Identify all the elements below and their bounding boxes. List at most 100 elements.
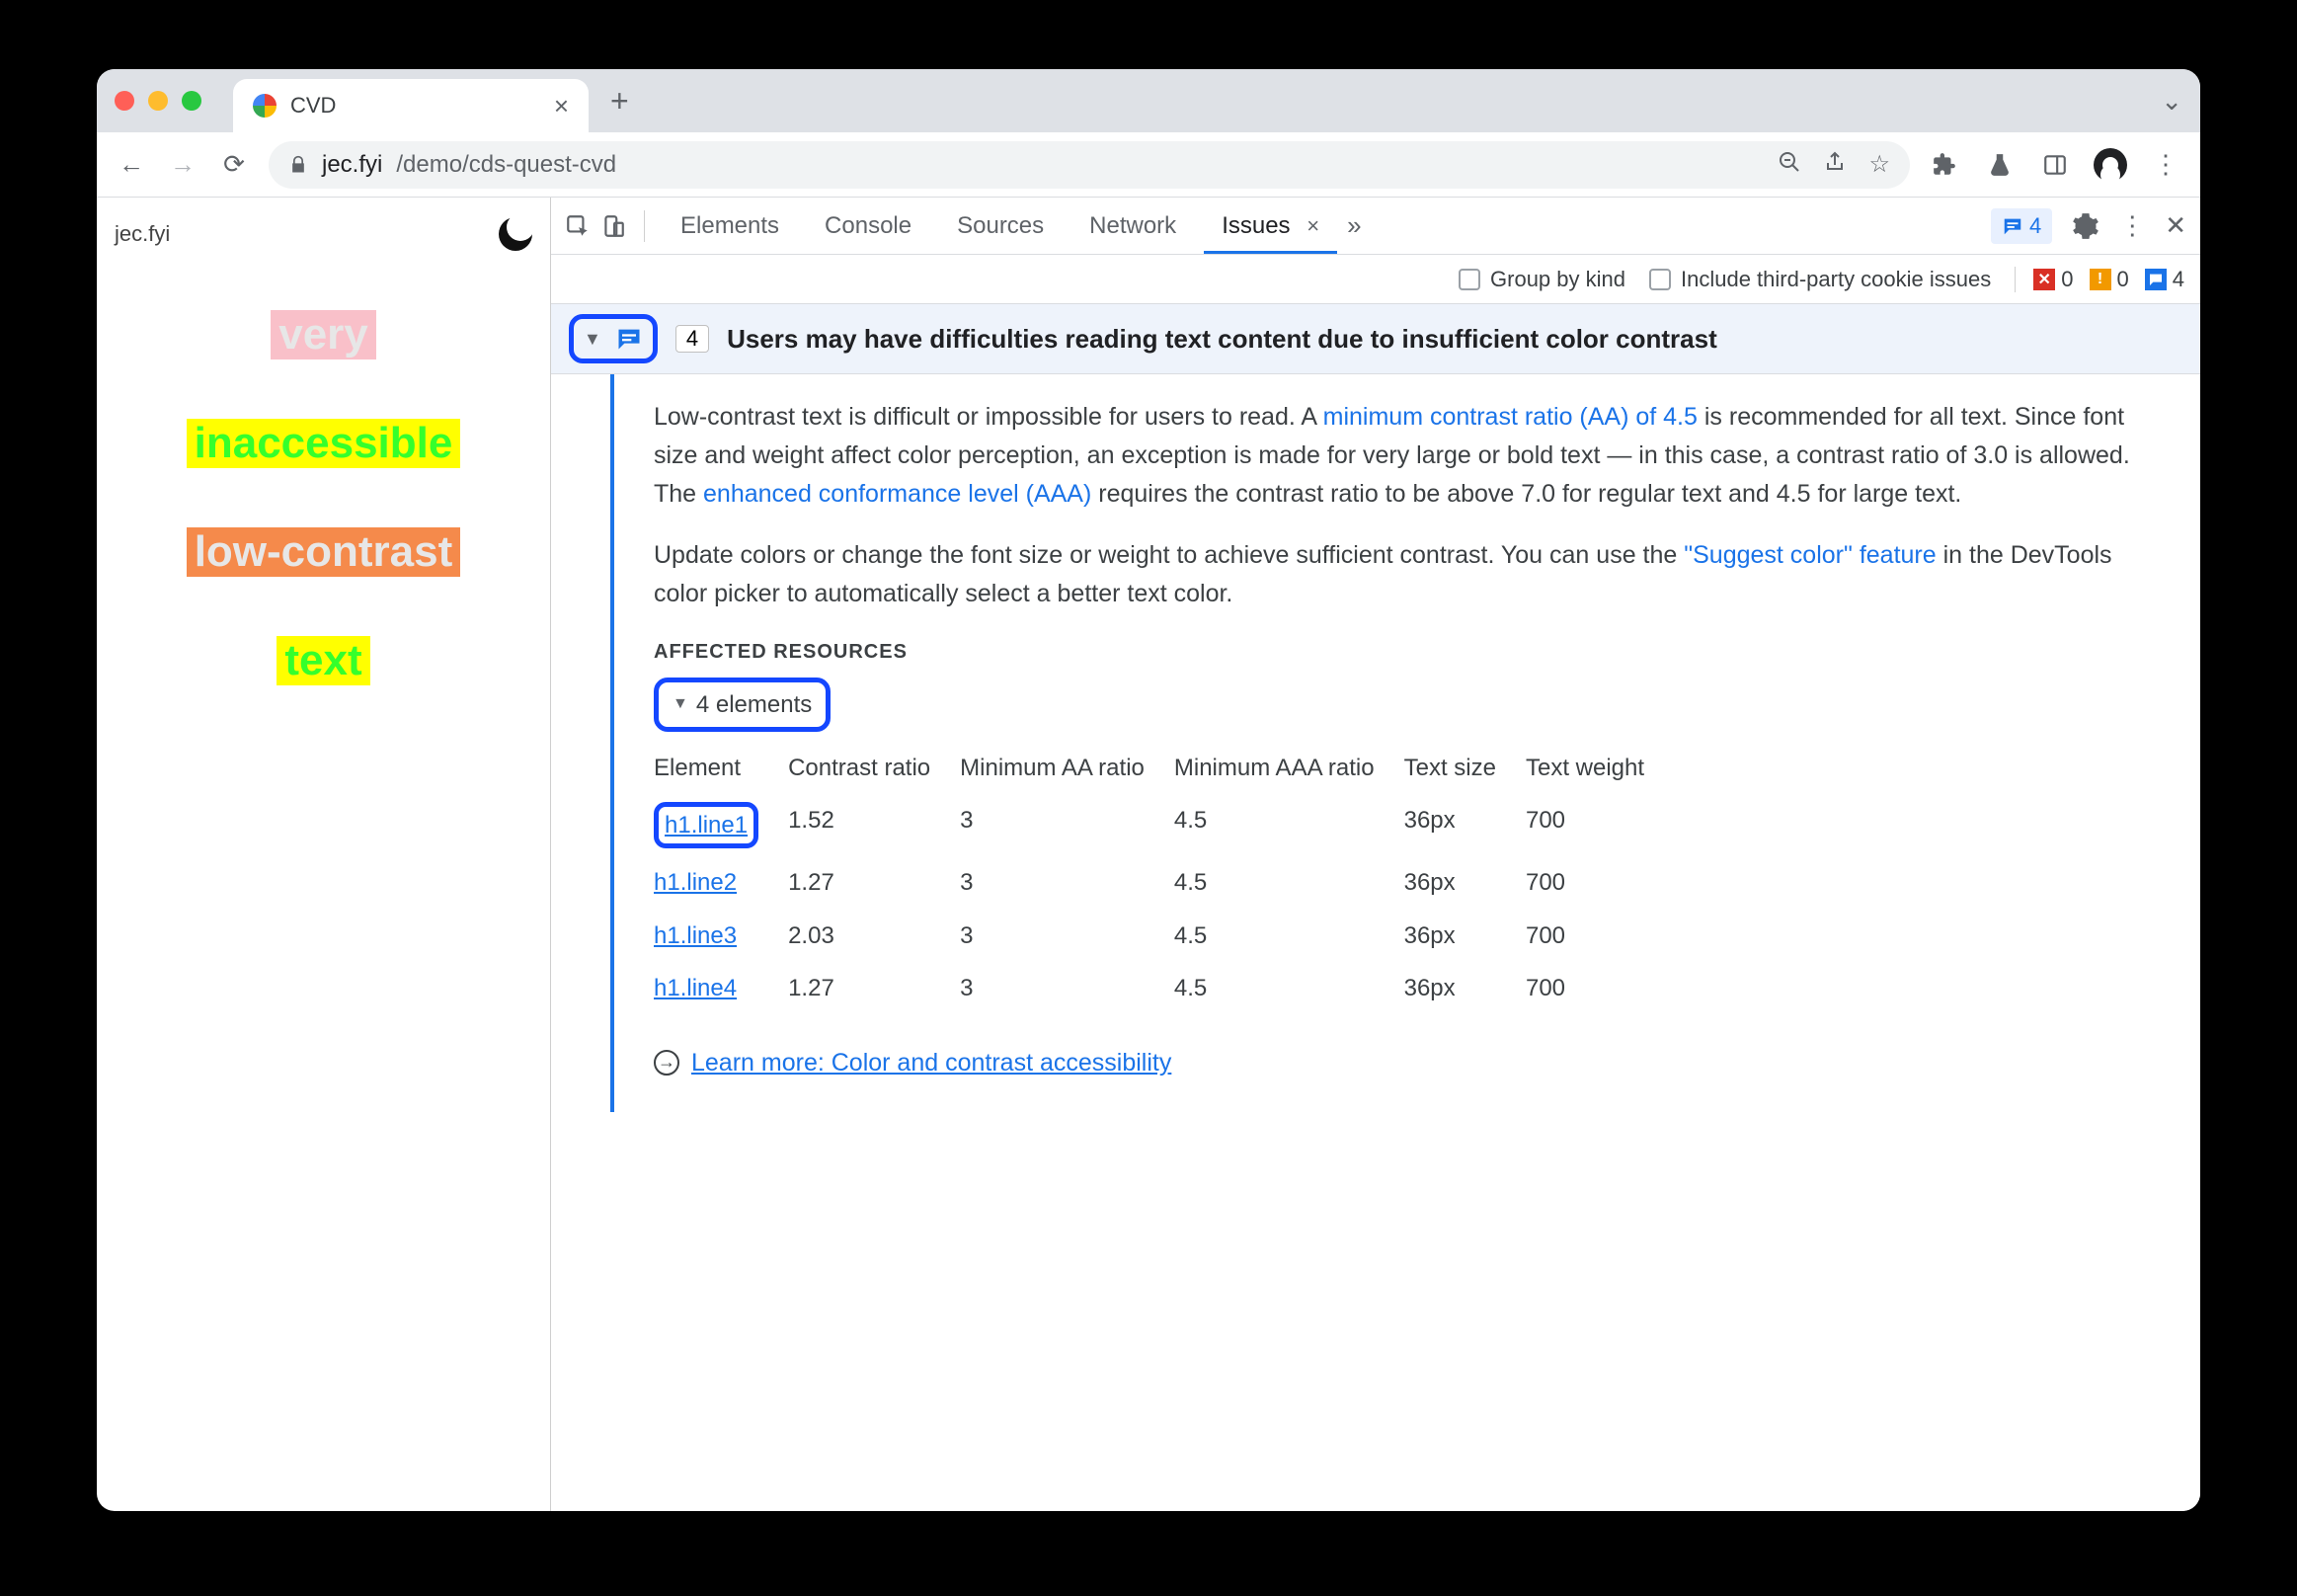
share-icon[interactable]: [1823, 150, 1847, 179]
learn-more-link[interactable]: Learn more: Color and contrast accessibi…: [691, 1044, 1171, 1082]
issue-row[interactable]: ▼ 4 Users may have difficulties reading …: [551, 304, 2200, 374]
tab-title: CVD: [290, 93, 336, 119]
tab-issues-close[interactable]: ×: [1307, 213, 1319, 238]
table-row: h1.line3 2.03 3 4.5 36px 700: [654, 910, 1674, 962]
cell-contrast: 1.27: [788, 856, 960, 909]
highlight-ring-link: h1.line1: [654, 802, 758, 848]
checkbox-icon: [1459, 269, 1480, 290]
cell-contrast: 1.27: [788, 962, 960, 1014]
cell-contrast: 1.52: [788, 794, 960, 856]
devtools-panel: Elements Console Sources Network Issues …: [551, 198, 2200, 1511]
cell-size: 36px: [1404, 910, 1526, 962]
link-contrast-aa[interactable]: minimum contrast ratio (AA) of 4.5: [1323, 403, 1698, 431]
col-contrast: Contrast ratio: [788, 742, 960, 794]
disclosure-triangle-icon[interactable]: ▼: [584, 329, 601, 350]
browser-tab[interactable]: CVD ×: [233, 79, 589, 132]
element-link[interactable]: h1.line4: [654, 975, 737, 1001]
table-row: h1.line2 1.27 3 4.5 36px 700: [654, 856, 1674, 909]
element-link[interactable]: h1.line1: [665, 812, 748, 838]
cell-aa: 3: [960, 962, 1174, 1014]
tab-issues[interactable]: Issues ×: [1204, 199, 1337, 254]
cell-weight: 700: [1526, 794, 1674, 856]
tab-list-button[interactable]: ⌄: [2161, 86, 2182, 117]
error-icon: ✕: [2033, 269, 2055, 290]
page-brand: jec.fyi: [115, 221, 170, 247]
address-bar[interactable]: jec.fyi/demo/cds-quest-cvd ☆: [269, 141, 1910, 189]
cell-aaa: 4.5: [1174, 794, 1404, 856]
browser-menu-button[interactable]: ⋮: [2149, 148, 2182, 182]
devtools-tabbar: Elements Console Sources Network Issues …: [551, 198, 2200, 255]
zoom-out-icon[interactable]: [1778, 150, 1801, 179]
group-by-kind-label: Group by kind: [1490, 267, 1625, 292]
tab-sources[interactable]: Sources: [939, 199, 1062, 254]
cell-weight: 700: [1526, 856, 1674, 909]
device-icon[interactable]: [600, 213, 626, 239]
cell-weight: 700: [1526, 910, 1674, 962]
message-icon: [615, 325, 643, 353]
settings-icon[interactable]: [2072, 212, 2099, 240]
sample-line-4: text: [277, 636, 369, 685]
col-aaa: Minimum AAA ratio: [1174, 742, 1404, 794]
lock-icon: [288, 155, 308, 175]
disclosure-triangle-icon: ▼: [673, 692, 688, 717]
elements-summary-label: 4 elements: [696, 686, 812, 723]
omnibox-actions: ☆: [1778, 150, 1890, 179]
issues-chip[interactable]: 4: [1991, 208, 2052, 244]
affected-elements-table: Element Contrast ratio Minimum AA ratio …: [654, 742, 1674, 1014]
learn-more-row: → Learn more: Color and contrast accessi…: [654, 1044, 2161, 1082]
table-row: h1.line1 1.52 3 4.5 36px 700: [654, 794, 1674, 856]
tab-close-button[interactable]: ×: [554, 91, 569, 121]
table-header-row: Element Contrast ratio Minimum AA ratio …: [654, 742, 1674, 794]
window-zoom-button[interactable]: [182, 91, 201, 111]
third-party-label: Include third-party cookie issues: [1681, 267, 1991, 292]
link-contrast-aaa[interactable]: enhanced conformance level (AAA): [703, 480, 1091, 508]
issue-body: Low-contrast text is difficult or imposs…: [610, 374, 2200, 1112]
cell-aaa: 4.5: [1174, 910, 1404, 962]
cell-size: 36px: [1404, 962, 1526, 1014]
group-by-kind-checkbox[interactable]: Group by kind: [1459, 267, 1625, 292]
dark-mode-toggle[interactable]: [499, 217, 532, 251]
cell-weight: 700: [1526, 962, 1674, 1014]
tab-console[interactable]: Console: [807, 199, 929, 254]
element-link[interactable]: h1.line2: [654, 869, 737, 896]
browser-window: CVD × + ⌄ ← → ⟳ jec.fyi/demo/cds-quest-c…: [97, 69, 2200, 1511]
info-count: 4: [2173, 267, 2184, 292]
col-aa: Minimum AA ratio: [960, 742, 1174, 794]
sample-text-list: very inaccessible low-contrast text: [115, 310, 532, 685]
sample-line-3: low-contrast: [187, 527, 461, 577]
tab-issues-label: Issues: [1222, 212, 1290, 239]
content-area: jec.fyi very inaccessible low-contrast t…: [97, 198, 2200, 1511]
tab-network[interactable]: Network: [1071, 199, 1194, 254]
checkbox-icon: [1649, 269, 1671, 290]
inspect-icon[interactable]: [565, 213, 591, 239]
tab-elements[interactable]: Elements: [663, 199, 797, 254]
back-button[interactable]: ←: [115, 148, 148, 182]
window-close-button[interactable]: [115, 91, 134, 111]
devtools-menu-icon[interactable]: ⋮: [2119, 210, 2145, 241]
extensions-icon[interactable]: [1928, 148, 1961, 182]
issue-paragraph-1: Low-contrast text is difficult or imposs…: [654, 398, 2161, 513]
url-path: /demo/cds-quest-cvd: [396, 151, 616, 179]
sample-line-1: very: [271, 310, 376, 359]
forward-button[interactable]: →: [166, 148, 199, 182]
elements-summary-toggle[interactable]: ▼ 4 elements: [654, 678, 831, 732]
new-tab-button[interactable]: +: [610, 83, 629, 120]
link-suggest-color[interactable]: "Suggest color" feature: [1684, 541, 1936, 569]
labs-icon[interactable]: [1983, 148, 2017, 182]
bookmark-icon[interactable]: ☆: [1868, 150, 1890, 179]
tab-strip: CVD × + ⌄: [97, 69, 2200, 132]
side-panel-icon[interactable]: [2038, 148, 2072, 182]
cell-aaa: 4.5: [1174, 856, 1404, 909]
profile-avatar[interactable]: [2094, 148, 2127, 182]
element-link[interactable]: h1.line3: [654, 922, 737, 949]
tabs-overflow-icon[interactable]: »: [1347, 210, 1361, 241]
reload-button[interactable]: ⟳: [217, 148, 251, 182]
third-party-checkbox[interactable]: Include third-party cookie issues: [1649, 267, 1991, 292]
devtools-close-icon[interactable]: ✕: [2165, 210, 2186, 241]
error-count: 0: [2061, 267, 2073, 292]
window-minimize-button[interactable]: [148, 91, 168, 111]
warning-icon: !: [2090, 269, 2111, 290]
cell-aaa: 4.5: [1174, 962, 1404, 1014]
text: Low-contrast text is difficult or imposs…: [654, 403, 1323, 431]
highlight-ring-icon: ▼: [569, 314, 658, 363]
